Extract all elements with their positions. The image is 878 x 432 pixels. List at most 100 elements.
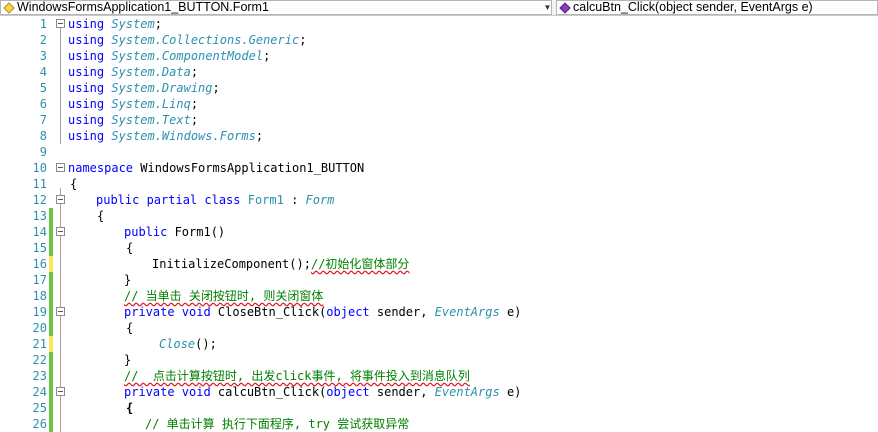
keyword: using [68,49,105,63]
collapse-box-icon[interactable] [56,195,65,204]
code-line: 24 private void calcuBtn_Click(object se… [0,384,878,400]
constructor-name: Form1() [167,225,226,239]
change-marker [49,272,53,288]
type-name: EventArgs [434,385,500,399]
change-marker [49,256,53,272]
brace: { [126,241,134,255]
brace: { [97,209,105,223]
change-marker [49,240,53,256]
line-number: 14 [32,225,47,239]
punctuation: ; [212,81,220,95]
brace: } [124,273,132,287]
change-marker [49,320,53,336]
line-number: 24 [32,385,47,399]
line-number: 7 [39,113,47,127]
base-class: Form [305,193,335,207]
punctuation: ; [299,33,307,47]
method-icon [559,1,571,14]
line-number: 15 [32,241,47,255]
code-line: 23 // 点击计算按钮时, 出发click事件, 将事件投入到消息队列 [0,368,878,384]
line-number: 10 [32,161,47,175]
punctuation: ; [255,129,264,143]
code-line: 2 using System.Collections.Generic; [0,32,878,48]
comment: // 点击计算按钮时, 出发click事件, 将事件投入到消息队列 [124,369,470,383]
code-line: 19 private void CloseBtn_Click(object se… [0,304,878,320]
keyword: namespace [68,161,134,175]
change-marker [49,400,53,416]
method-call: InitializeComponent [152,257,290,271]
change-marker [49,288,53,304]
keyword: using [68,33,105,47]
change-marker [49,416,53,432]
collapse-box-icon[interactable] [56,163,65,172]
change-marker [49,208,53,224]
keyword: object [326,385,370,399]
code-line: 17 } [0,272,878,288]
code-line: 14 public Form1() [0,224,878,240]
code-editor[interactable]: 1 using System; 2 using System.Collectio… [0,16,878,432]
line-number: 26 [32,417,47,431]
comment: // 单击计算 执行下面程序, try 尝试获取异常 [145,417,410,431]
line-number: 20 [32,321,47,335]
parameter: sender, [369,385,435,399]
namespace-name: System.Windows.Forms [111,129,256,143]
change-marker [49,384,53,400]
code-line: 13 { [0,208,878,224]
method-name: calcuBtn_Click( [210,385,327,399]
line-number: 22 [32,353,47,367]
code-line: 18 // 当单击 关闭按钮时, 则关闭窗体 [0,288,878,304]
method-call: Close [159,337,196,351]
member-selector-dropdown[interactable]: calcuBtn_Click(object sender, EventArgs … [556,0,878,15]
line-number: 13 [32,209,47,223]
brace: { [126,321,134,335]
keyword: using [68,17,105,31]
keyword: private void [124,305,211,319]
collapse-box-icon[interactable] [56,387,65,396]
code-line: 25 { [0,400,878,416]
code-line: 22 } [0,352,878,368]
punctuation: (); [195,337,217,351]
code-line: 6 using System.Linq; [0,96,878,112]
line-number: 25 [32,401,47,415]
namespace-name: System.Collections.Generic [111,33,300,47]
keyword: using [68,81,105,95]
brace: { [126,401,134,415]
namespace-declaration: WindowsFormsApplication1_BUTTON [133,161,365,175]
member-selector-value: calcuBtn_Click(object sender, EventArgs … [573,0,813,14]
keyword: using [68,113,105,127]
keyword: public partial class [96,193,241,207]
code-line: 9 [0,144,878,160]
keyword: object [326,305,370,319]
keyword: using [68,97,105,111]
change-marker [49,224,53,240]
collapse-box-icon[interactable] [56,19,65,28]
code-line: 21 Close(); [0,336,878,352]
code-line: 12 public partial class Form1 : Form [0,192,878,208]
namespace-name: System.Linq [111,97,191,111]
code-line: 5 using System.Drawing; [0,80,878,96]
namespace-name: System.Drawing [111,81,213,95]
class-selector-dropdown[interactable]: WindowsFormsApplication1_BUTTON.Form1 ▼ [0,0,552,15]
keyword: using [68,65,105,79]
class-name: Form1 [247,193,284,207]
keyword: public [124,225,168,239]
chevron-down-icon[interactable]: ▼ [542,1,551,14]
line-number: 17 [32,273,47,287]
parameter: e) [499,385,522,399]
punctuation: : [283,193,306,207]
method-name: CloseBtn_Click( [210,305,327,319]
collapse-box-icon[interactable] [56,227,65,236]
change-marker [49,368,53,384]
punctuation: ; [190,97,199,111]
change-marker [49,352,53,368]
keyword: using [68,129,105,143]
punctuation: (); [289,257,311,271]
parameter: e) [499,305,522,319]
namespace-name: System.Text [111,113,191,127]
change-marker [49,336,53,352]
punctuation: ; [263,49,271,63]
change-marker [49,304,53,320]
collapse-box-icon[interactable] [56,307,65,316]
punctuation: ; [190,65,199,79]
brace: { [70,177,78,191]
